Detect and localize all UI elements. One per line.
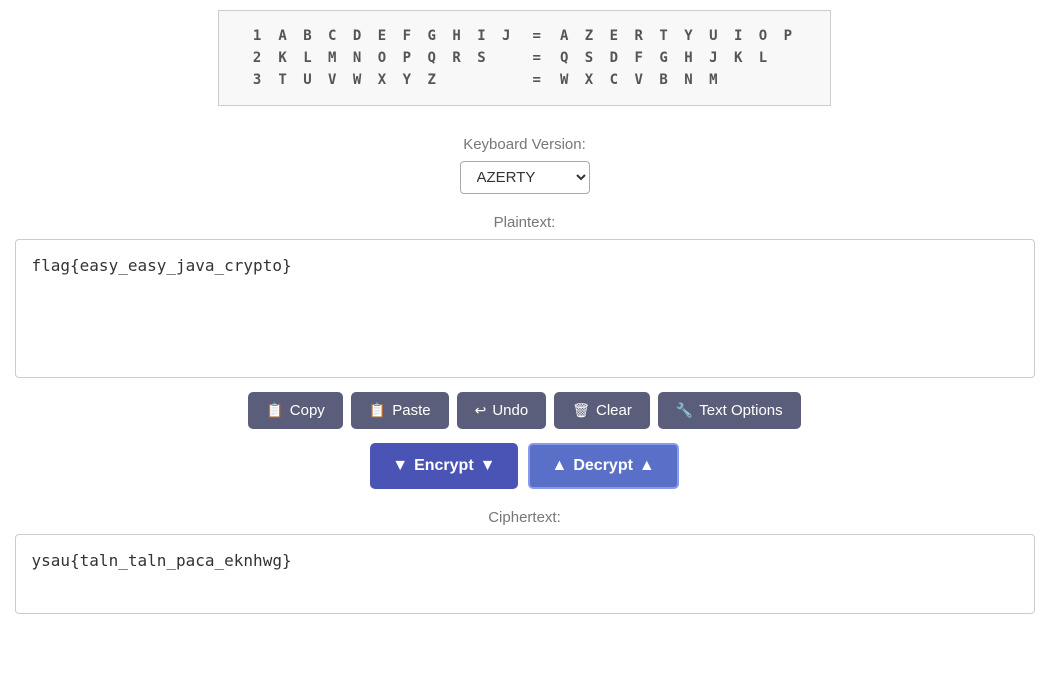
keyboard-table: 1A B C D E F G H I J=A Z E R T Y U I O P… — [218, 10, 831, 106]
keyboard-table-row: 2K L M N O P Q R S=Q S D F G H J K L — [249, 47, 800, 69]
ciphertext-section: Ciphertext: ysau{taln_taln_paca_eknhwg} — [0, 509, 1049, 614]
encrypt-button[interactable]: ▼ Encrypt ▼ — [370, 443, 517, 489]
paste-icon: 📋 — [369, 402, 386, 419]
decrypt-label: Decrypt — [573, 457, 633, 475]
plaintext-textarea[interactable] — [32, 256, 1018, 356]
row-mapped: A Z E R T Y U I O P — [556, 25, 800, 47]
toolbar-buttons-row: 📋 Copy 📋 Paste ↩ Undo 🗑 Clear 🔧 Text Opt… — [0, 392, 1049, 429]
text-options-icon: 🔧 — [676, 402, 693, 419]
clear-icon: 🗑 — [572, 402, 590, 419]
paste-label: Paste — [392, 402, 430, 419]
page-container: 1A B C D E F G H I J=A Z E R T Y U I O P… — [0, 0, 1049, 614]
ciphertext-value: ysau{taln_taln_paca_eknhwg} — [32, 551, 1018, 570]
keyboard-table-section: 1A B C D E F G H I J=A Z E R T Y U I O P… — [0, 0, 1049, 126]
undo-button[interactable]: ↩ Undo — [457, 392, 547, 429]
text-options-button[interactable]: 🔧 Text Options — [658, 392, 801, 429]
ciphertext-wrapper: ysau{taln_taln_paca_eknhwg} — [15, 534, 1035, 614]
row-letters: T U V W X Y Z — [274, 69, 518, 91]
plaintext-label: Plaintext: — [494, 214, 556, 231]
decrypt-button[interactable]: ▲ Decrypt ▲ — [528, 443, 679, 489]
paste-button[interactable]: 📋 Paste — [351, 392, 449, 429]
row-number: 2 — [249, 47, 274, 69]
keyboard-version-select[interactable]: AZERTYQWERTYQWERTZ — [460, 161, 590, 194]
keyboard-version-label: Keyboard Version: — [463, 136, 586, 153]
row-number: 3 — [249, 69, 274, 91]
undo-label: Undo — [492, 402, 528, 419]
keyboard-version-section: Keyboard Version: AZERTYQWERTYQWERTZ — [0, 136, 1049, 194]
text-options-label: Text Options — [699, 402, 782, 419]
encrypt-label: Encrypt — [414, 457, 474, 475]
cipher-table: 1A B C D E F G H I J=A Z E R T Y U I O P… — [249, 25, 800, 91]
ciphertext-label: Ciphertext: — [488, 509, 561, 526]
row-equals: = — [519, 69, 556, 91]
keyboard-table-row: 3T U V W X Y Z=W X C V B N M — [249, 69, 800, 91]
copy-button[interactable]: 📋 Copy — [248, 392, 342, 429]
encrypt-chevron-down-icon: ▼ — [392, 457, 408, 475]
encrypt-decrypt-row: ▼ Encrypt ▼ ▲ Decrypt ▲ — [0, 443, 1049, 489]
clear-label: Clear — [596, 402, 632, 419]
row-mapped: W X C V B N M — [556, 69, 800, 91]
row-number: 1 — [249, 25, 274, 47]
encrypt-chevron-down2-icon: ▼ — [480, 457, 496, 475]
decrypt-chevron-up-icon: ▲ — [552, 457, 568, 475]
row-equals: = — [519, 47, 556, 69]
decrypt-chevron-up2-icon: ▲ — [639, 457, 655, 475]
copy-icon: 📋 — [266, 402, 283, 419]
keyboard-table-row: 1A B C D E F G H I J=A Z E R T Y U I O P — [249, 25, 800, 47]
row-letters: K L M N O P Q R S — [274, 47, 518, 69]
copy-label: Copy — [290, 402, 325, 419]
plaintext-section: Plaintext: — [0, 214, 1049, 378]
row-equals: = — [519, 25, 556, 47]
undo-icon: ↩ — [475, 402, 487, 419]
row-mapped: Q S D F G H J K L — [556, 47, 800, 69]
row-letters: A B C D E F G H I J — [274, 25, 518, 47]
plaintext-wrapper — [15, 239, 1035, 378]
clear-button[interactable]: 🗑 Clear — [554, 392, 650, 429]
